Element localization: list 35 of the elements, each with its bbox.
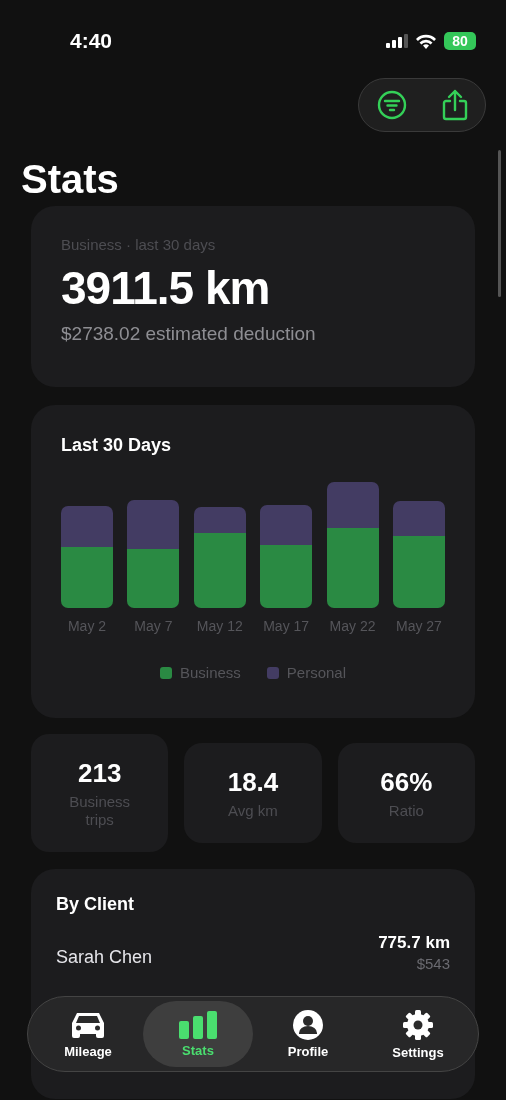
share-icon	[441, 89, 468, 121]
battery-level: 80	[452, 33, 468, 49]
metric-value: 213	[77, 758, 122, 789]
gear-icon	[402, 1008, 434, 1041]
wifi-icon	[416, 33, 436, 49]
metric-value: 18.4	[227, 766, 279, 798]
scrollbar[interactable]	[498, 150, 501, 297]
legend-label: Personal	[286, 664, 347, 681]
client-amount: $543	[415, 955, 450, 972]
total-distance: 3911.5 km	[61, 261, 271, 315]
chart-title: Last 30 Days	[61, 435, 173, 456]
filter-button[interactable]	[376, 90, 407, 120]
client-distance: 775.7 km	[378, 933, 450, 953]
tab-item[interactable]: Stats	[143, 1001, 253, 1067]
signal-icon	[386, 34, 408, 48]
clock-time: 4:40	[70, 29, 113, 53]
axis-label: May 17	[263, 618, 310, 634]
axis-label: May 12	[196, 618, 243, 634]
person-icon	[293, 1009, 323, 1040]
section-title: By Client	[56, 894, 135, 915]
client-name: Sarah Chen	[56, 947, 153, 969]
axis-label: May 7	[134, 618, 173, 634]
tab-item[interactable]: Mileage	[33, 1001, 143, 1067]
page-title: Stats	[21, 156, 120, 203]
bar-chart-icon	[179, 1010, 217, 1039]
axis-label: May 22	[329, 618, 376, 634]
tab-item[interactable]: Settings	[363, 1001, 473, 1067]
deduction-text: $2738.02 estimated deduction	[61, 323, 317, 345]
axis-label: May 27	[396, 618, 442, 634]
filter-icon	[376, 90, 407, 120]
legend-label: Business	[179, 664, 241, 681]
share-button[interactable]	[441, 89, 468, 121]
axis-label: May 2	[67, 618, 107, 634]
tab-item[interactable]: Profile	[253, 1001, 363, 1067]
metric-value: 66%	[380, 766, 433, 798]
